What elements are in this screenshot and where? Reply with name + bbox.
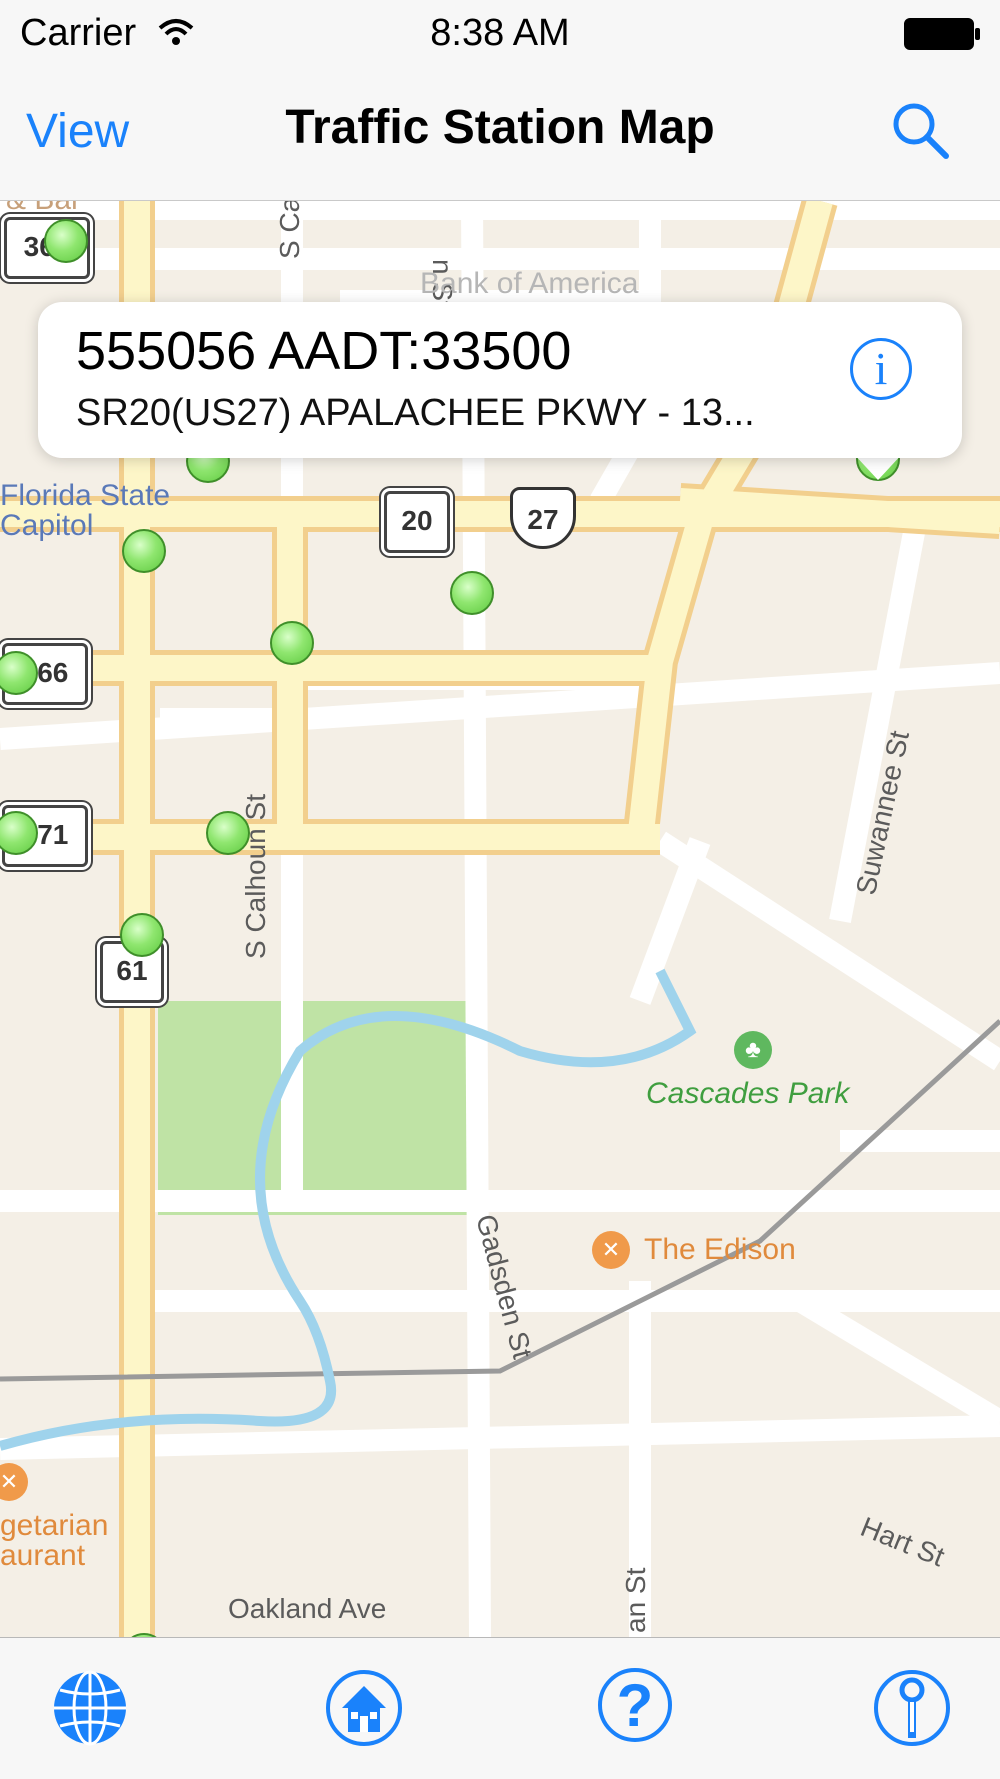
globe-icon[interactable]: [50, 1668, 130, 1748]
poi-line: Florida State: [0, 479, 171, 512]
status-bar: Carrier 8:38 AM: [0, 0, 1000, 68]
restaurant-icon: ✕: [592, 1231, 630, 1269]
traffic-station-marker[interactable]: [450, 571, 494, 615]
road-label: an St: [620, 1567, 651, 1633]
status-time: 8:38 AM: [430, 12, 570, 54]
traffic-station-marker[interactable]: [44, 219, 88, 263]
poi-line: aurant: [0, 1539, 86, 1572]
callout-subtitle: SR20(US27) APALACHEE PKWY - 13...: [76, 392, 755, 434]
battery-icon: [904, 18, 980, 50]
tree-icon: ♣: [734, 1031, 772, 1069]
road-label: Oakland Ave: [228, 1593, 387, 1624]
traffic-station-marker[interactable]: [122, 529, 166, 573]
traffic-station-marker[interactable]: [206, 811, 250, 855]
faded-label: Bank of America: [420, 267, 639, 300]
tab-bar: ?: [0, 1637, 1000, 1779]
poi-line: getarian: [0, 1509, 109, 1542]
poi-the-edison[interactable]: The Edison: [644, 1233, 796, 1267]
help-icon[interactable]: ?: [598, 1668, 672, 1742]
traffic-station-marker[interactable]: [120, 913, 164, 957]
info-icon[interactable]: i: [850, 338, 912, 400]
poi-vegetarian-restaurant[interactable]: getarian aurant: [0, 1511, 108, 1571]
traffic-station-marker[interactable]: [270, 621, 314, 665]
search-icon[interactable]: [890, 100, 952, 162]
wrench-icon[interactable]: [872, 1668, 952, 1748]
faded-label: & Bar: [6, 201, 81, 217]
station-callout[interactable]: 555056 AADT:33500 SR20(US27) APALACHEE P…: [38, 302, 962, 458]
poi-cascades-park[interactable]: Cascades Park: [646, 1077, 849, 1111]
road-label: S Ca: [274, 201, 305, 259]
callout-title: 555056 AADT:33500: [76, 321, 572, 381]
home-icon[interactable]: [324, 1668, 404, 1748]
route-shield: 20: [384, 491, 450, 553]
page-title: Traffic Station Map: [285, 101, 715, 154]
